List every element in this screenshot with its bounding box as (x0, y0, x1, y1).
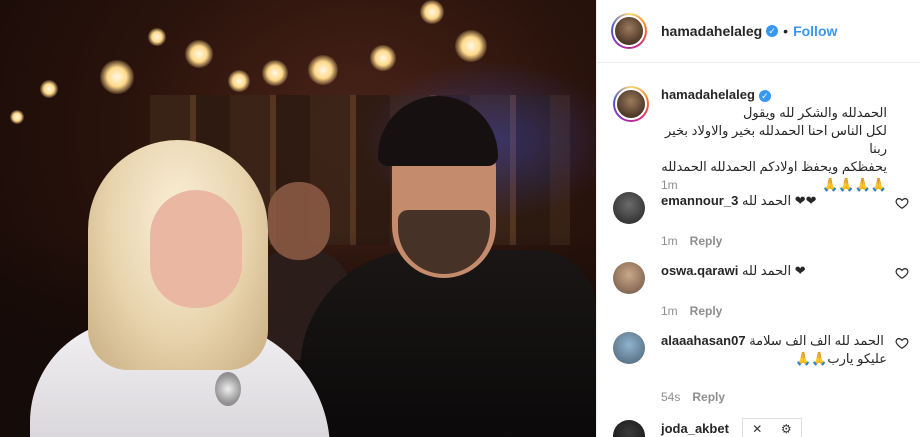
comment-text: الحمد لله ❤ (741, 263, 806, 278)
reply-button[interactable]: Reply (690, 304, 723, 318)
comment-text: الحمد لله ❤❤ (741, 193, 817, 208)
verified-badge-icon: ✓ (758, 89, 771, 102)
comment-text: عليكو يارب🙏🙏 (795, 351, 887, 366)
reply-button[interactable]: Reply (692, 390, 725, 404)
commenter-avatar[interactable] (613, 332, 645, 364)
separator-dot: • (783, 23, 789, 39)
comment-username[interactable]: oswa.qarawi (661, 263, 738, 278)
commenter-avatar[interactable] (613, 420, 645, 437)
caption-username[interactable]: hamadahelaleg (661, 87, 755, 102)
necklace-pendant (215, 372, 241, 406)
caption-line: لكل الناس احنا الحمدلله بخير والاولاد بخ… (664, 123, 887, 156)
comment-time: 54s (661, 390, 681, 404)
heart-outline-icon[interactable] (895, 336, 909, 350)
post-header: hamadahelaleg ✓ • Follow (597, 0, 920, 63)
caption-line: الحمدلله والشكر لله ويقول (742, 105, 887, 120)
comment-time: 1m (661, 234, 678, 248)
comment-username[interactable]: alaaahasan07 (661, 333, 746, 348)
caption-line: يحفظكم ويحفظ اولادكم الحمدلله الحمدلله🙏🙏… (661, 159, 887, 192)
comment-username[interactable]: emannour_3 (661, 193, 738, 208)
comment-time: 1m (661, 304, 678, 318)
post-side-panel: hamadahelaleg ✓ • Follow hamadahelaleg ✓ … (596, 0, 920, 437)
reply-button[interactable]: Reply (690, 234, 723, 248)
verified-badge-icon: ✓ (766, 25, 779, 37)
heart-outline-icon[interactable] (895, 266, 909, 280)
author-avatar[interactable] (613, 86, 649, 122)
floating-toolbar: ✕ ⚙ (742, 418, 802, 437)
author-username[interactable]: hamadahelaleg (661, 23, 762, 39)
follow-button[interactable]: Follow (793, 23, 837, 39)
comments-list[interactable]: hamadahelaleg ✓ الحمدلله والشكر لله ويقول… (597, 64, 920, 437)
close-icon[interactable]: ✕ (752, 422, 762, 436)
commenter-avatar[interactable] (613, 192, 645, 224)
author-avatar[interactable] (611, 13, 647, 49)
gear-icon[interactable]: ⚙ (781, 422, 792, 436)
background-person (268, 182, 330, 260)
heart-outline-icon[interactable] (895, 196, 909, 210)
caption-time: 1m (661, 178, 678, 192)
man-black-shirt (300, 250, 596, 437)
comment-username[interactable]: joda_akbet (661, 421, 729, 436)
comment-text: الحمد لله الف الف سلامة (749, 333, 884, 348)
post-photo[interactable] (0, 0, 596, 437)
woman-face (150, 190, 242, 308)
commenter-avatar[interactable] (613, 262, 645, 294)
